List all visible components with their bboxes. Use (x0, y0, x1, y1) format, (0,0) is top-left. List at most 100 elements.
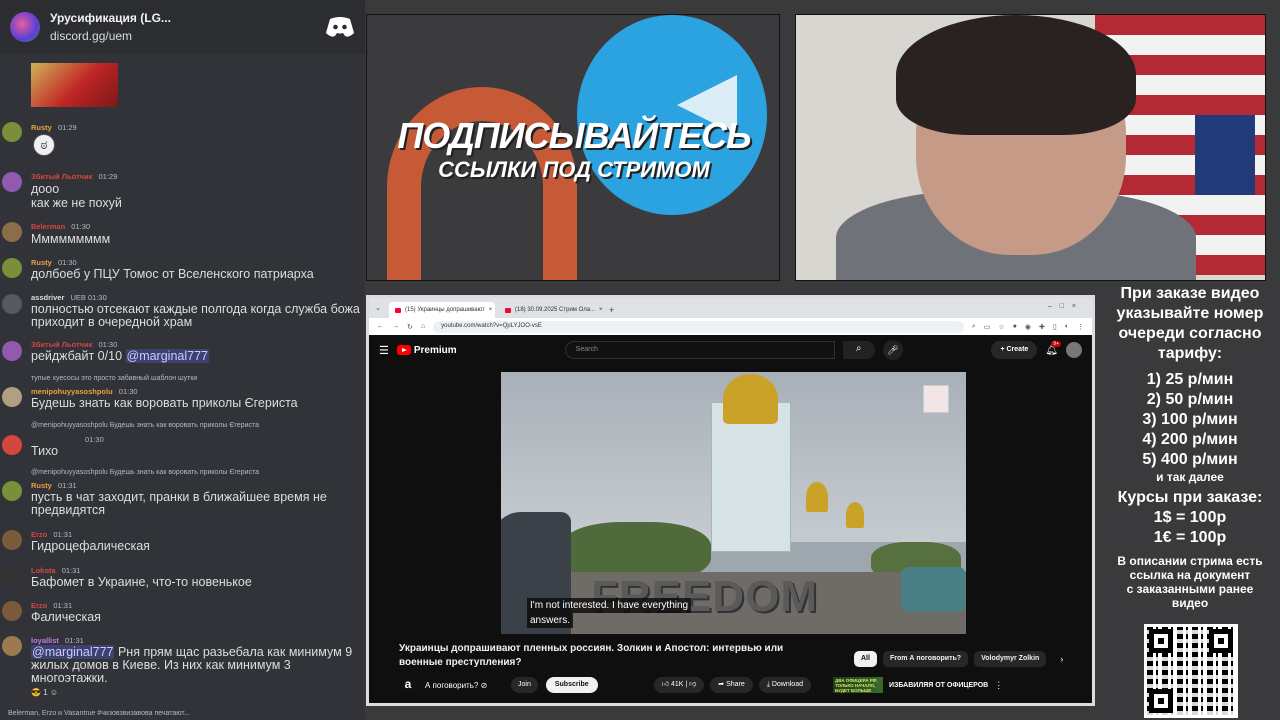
download-button[interactable]: ⤓ Download (758, 677, 811, 693)
username[interactable]: loyallist (31, 636, 59, 645)
window-controls[interactable]: –□× (1048, 303, 1084, 310)
share-button[interactable]: ➦ Share (710, 677, 753, 693)
attached-image[interactable] (31, 63, 118, 107)
avatar[interactable] (2, 387, 22, 407)
server-invite-link[interactable]: discord.gg/uem (50, 29, 315, 43)
username[interactable]: assdriver (31, 293, 64, 302)
stream-layout: Урусификация (LG... discord.gg/uem Rusty… (0, 0, 1280, 720)
recommended-video[interactable]: ДВА ОФИЦЕРА РФ. ТОЛЬКО НАЧАЛО, БУДЕТ БОЛ… (833, 677, 1003, 693)
reaction-count: 1 (43, 688, 48, 697)
chip-volodymyr-zolkin[interactable]: Volodymyr Zolkin (974, 651, 1047, 667)
new-tab-button[interactable]: + (609, 305, 614, 318)
back-icon[interactable]: ← (377, 323, 384, 330)
avatar[interactable] (2, 530, 22, 550)
chip-from-channel[interactable]: From А поговорить? (882, 651, 969, 667)
extension-icon[interactable]: ◉ (1025, 323, 1031, 331)
tab-close-icon[interactable]: × (599, 307, 603, 313)
tab-youtube[interactable]: (18) 30.09.2025 Стрим Ола... × (499, 302, 605, 318)
profile-icon[interactable]: ◐ (1065, 323, 1069, 331)
more-options-icon[interactable]: ⋮ (994, 680, 1003, 691)
avatar[interactable] (2, 172, 22, 192)
extension-icons: ⌕ ▭ ☆ ● ◉ ✚ ▯ ◐ ⋮ (972, 323, 1084, 331)
channel-avatar[interactable]: a (399, 676, 417, 694)
puzzle-icon[interactable]: ✚ (1039, 323, 1045, 331)
promo-title: ПОДПИСЫВАЙТЕСЬ (397, 115, 751, 156)
reply-preview[interactable]: тупые хуесосы это просто забавный шаблон… (31, 375, 197, 382)
tab-close-icon[interactable]: × (489, 307, 493, 313)
video-van (901, 567, 966, 612)
username[interactable]: Rusty (31, 481, 52, 490)
username[interactable]: Rusty (31, 123, 52, 132)
avatar[interactable] (2, 294, 22, 314)
server-icon[interactable] (10, 12, 40, 42)
message-header: Збитый Льотчик 01:30 (31, 340, 117, 349)
thumbs-down-icon[interactable]: 👎︎ (689, 681, 696, 688)
search-input[interactable]: Search (564, 341, 835, 359)
bookmark-star-icon[interactable]: ☆ (998, 323, 1004, 331)
avatar[interactable] (2, 122, 22, 142)
message-text: Бафомет в Украине, что-то новенькое (31, 575, 252, 589)
username[interactable]: menipohuyyasoshpolu (31, 387, 113, 396)
home-icon[interactable]: ⌂ (421, 323, 425, 330)
zoom-icon[interactable]: ⌕ (972, 323, 976, 331)
forward-icon[interactable]: → (392, 323, 399, 330)
freedom-sign: FREEDOM (591, 572, 818, 621)
recommended-thumbnail[interactable]: ДВА ОФИЦЕРА РФ. ТОЛЬКО НАЧАЛО, БУДЕТ БОЛ… (833, 677, 883, 693)
url-input[interactable]: youtube.com/watch?v=QpLYJOO-vsE (433, 320, 964, 333)
hamburger-menu-icon[interactable]: ☰ (379, 344, 389, 357)
reaction-add-icon[interactable]: ☺ (50, 688, 58, 697)
user-mention[interactable]: @marginal777 (125, 349, 209, 363)
channel-name[interactable]: А поговорить? ⊘ (425, 681, 503, 690)
avatar[interactable] (2, 481, 22, 501)
role-badge: UEB (70, 293, 86, 302)
youtube-logo[interactable]: Premium (396, 345, 457, 356)
menu-dots-icon[interactable]: ⋮ (1077, 323, 1084, 331)
user-mention[interactable]: @marginal777 (31, 645, 115, 659)
avatar[interactable] (2, 636, 22, 656)
search-icon[interactable]: ⌕ (842, 341, 875, 359)
avatar[interactable] (2, 341, 22, 361)
tab-youtube-active[interactable]: (15) Украинцы допрашивают × (389, 302, 495, 318)
tab-search-icon[interactable]: ⌄ (375, 304, 381, 312)
avatar[interactable] (2, 566, 22, 586)
avatar[interactable] (2, 601, 22, 621)
message-text: Будешь знать как воровать приколы Єгерис… (31, 396, 298, 410)
username[interactable]: Rusty (31, 258, 52, 267)
username[interactable]: Belerman (31, 222, 65, 231)
server-info: Урусификация (LG... discord.gg/uem (50, 11, 315, 43)
chip-all[interactable]: All (854, 651, 877, 667)
discord-avatar-icon[interactable] (2, 435, 22, 455)
notifications-bell-icon[interactable]: 🔔︎ 9+ (1045, 340, 1061, 356)
reply-preview[interactable]: @menipohuyyasoshpolu Будешь знать как во… (31, 469, 259, 476)
timestamp: 01:30 (71, 222, 91, 231)
create-button[interactable]: + Create (991, 341, 1038, 359)
video-player[interactable]: FREEDOM I'm not interested. I have every… (501, 372, 966, 634)
message-text: @marginal777 Рня прям щас разьебала как … (31, 645, 361, 685)
username[interactable]: Erzo (31, 601, 47, 610)
reaction-emoji-icon[interactable]: 😎 (31, 688, 41, 697)
message-text: Гидроцефалическая (31, 539, 150, 553)
username[interactable]: Erzo (31, 530, 47, 539)
like-button[interactable]: 👍︎ 41K | 👎︎ (653, 677, 705, 693)
sidebar-icon[interactable]: ▯ (1053, 323, 1057, 331)
avatar[interactable] (2, 258, 22, 278)
username[interactable]: Збитый Льотчик (31, 340, 92, 349)
username[interactable]: Lokota (31, 566, 56, 575)
reload-icon[interactable]: ↻ (407, 323, 413, 331)
chevron-right-icon[interactable]: › (1060, 654, 1063, 664)
video-dome (723, 374, 778, 424)
emoji-face-icon: ಠ (33, 134, 55, 156)
reply-preview[interactable]: @menipohuyyasoshpolu Будешь знать как во… (31, 422, 259, 429)
avatar[interactable] (2, 222, 22, 242)
reaction-bar[interactable]: 😎 1 ☺ (31, 688, 58, 697)
cast-icon[interactable]: ▭ (984, 323, 991, 331)
account-avatar[interactable] (1066, 342, 1082, 358)
join-button[interactable]: Join (511, 677, 538, 693)
username[interactable]: Збитый Льотчик (31, 172, 92, 181)
youtube-favicon-icon (395, 307, 401, 313)
extension-icon[interactable]: ● (1013, 323, 1017, 331)
youtube-favicon-icon (505, 307, 511, 313)
recommended-title[interactable]: ИЗБАВИЛЯЯ ОТ ОФИЦЕРОВ (889, 682, 988, 689)
microphone-icon[interactable]: 🎤︎ (882, 340, 903, 360)
subscribe-button[interactable]: Subscribe (545, 677, 598, 693)
